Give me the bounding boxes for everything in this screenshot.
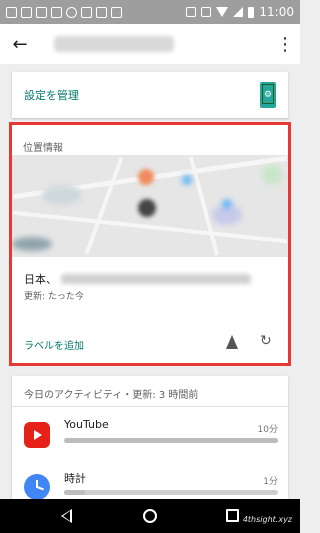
address-row: 日本、 (24, 271, 251, 287)
app-usage-time: 10分 (257, 425, 278, 435)
watermark: 4thsight.xyz (242, 515, 292, 524)
wifi-icon (216, 7, 229, 17)
youtube-icon (24, 422, 50, 448)
notification-icons (6, 6, 122, 18)
manage-settings-card[interactable]: 設定を管理 ⚙ (12, 72, 288, 118)
app-bar: ← ⋮ (0, 24, 300, 64)
app-usage-time: 1分 (263, 477, 278, 487)
notification-icon (51, 6, 62, 18)
map-area (182, 175, 192, 185)
address-text: 日本、 (24, 273, 57, 286)
app-usage-row-youtube[interactable]: YouTube 10分 (12, 414, 288, 462)
map-area (262, 165, 282, 185)
notification-icon (36, 6, 47, 18)
location-updated: 更新: たった今 (24, 292, 84, 302)
clock-icon (24, 474, 50, 499)
add-label-link[interactable]: ラベルを追加 (24, 337, 84, 352)
map-road (84, 157, 124, 255)
more-options-button[interactable]: ⋮ (270, 24, 300, 64)
notification-icon (6, 6, 17, 18)
app-usage-row-clock[interactable]: 時計 1分 (12, 466, 288, 499)
manage-settings-label: 設定を管理 (24, 89, 79, 102)
nav-back-button[interactable] (61, 509, 72, 523)
battery-icon (248, 6, 255, 18)
map-place-marker (138, 169, 154, 185)
data-saver-icon (201, 7, 212, 17)
activity-card: 今日のアクティビティ・更新: 3 時間前 YouTube 10分 時計 1分 (12, 376, 288, 499)
usage-bar-fill (64, 438, 278, 443)
notification-icon (111, 6, 122, 18)
device-title-redacted (54, 36, 174, 52)
location-pin-icon (138, 199, 156, 217)
back-button[interactable]: ← (0, 24, 40, 64)
status-time: 11:00 (259, 5, 294, 19)
system-navigation-bar: 4thsight.xyz (0, 499, 300, 533)
map-area (12, 237, 52, 251)
map-area (222, 199, 232, 209)
location-card: 位置情報 日本、 更新: たった今 ラベルを追加 ↻ (9, 122, 291, 366)
map-area (42, 185, 82, 205)
notification-icon (21, 6, 32, 18)
vibrate-icon (186, 7, 197, 17)
location-title: 位置情報 (23, 143, 63, 154)
signal-icon (233, 7, 244, 17)
address-redacted (61, 274, 251, 284)
refresh-icon[interactable]: ↻ (260, 333, 272, 349)
divider (12, 406, 288, 407)
navigation-arrow-icon[interactable] (226, 335, 238, 349)
nav-recents-button[interactable] (226, 509, 239, 522)
notification-icon (81, 6, 92, 18)
notification-icon (66, 6, 77, 18)
usage-bar (64, 438, 278, 443)
arrow-left-icon: ← (12, 33, 28, 55)
app-name: YouTube (64, 418, 109, 431)
more-vert-icon: ⋮ (276, 33, 294, 55)
notification-icon (96, 6, 107, 18)
status-bar: 11:00 (0, 0, 300, 24)
usage-bar-fill (64, 490, 86, 495)
location-map[interactable] (12, 155, 288, 257)
system-icons: 11:00 (186, 5, 294, 19)
activity-header: 今日のアクティビティ・更新: 3 時間前 (24, 390, 199, 401)
content-area: 設定を管理 ⚙ 位置情報 日本、 更新: たった今 ラベルを追加 ↻ 今日のアク… (0, 64, 300, 499)
nav-home-button[interactable] (143, 509, 157, 523)
app-name: 時計 (64, 472, 86, 485)
phone-settings-icon: ⚙ (260, 82, 276, 108)
usage-bar (64, 490, 278, 495)
